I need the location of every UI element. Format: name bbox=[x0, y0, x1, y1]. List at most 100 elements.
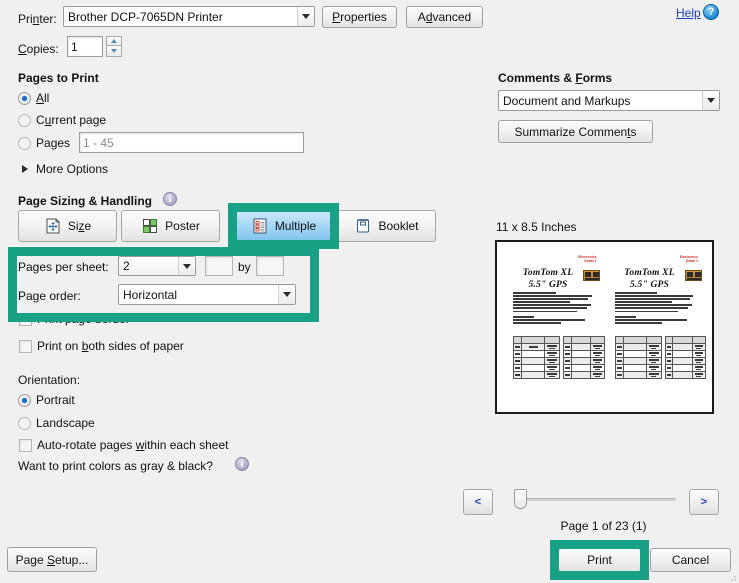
copies-stepper[interactable] bbox=[106, 36, 122, 57]
chevron-down-icon bbox=[283, 292, 291, 297]
page-order-label: Page order: bbox=[18, 289, 81, 303]
pages-to-print-heading: Pages to Print bbox=[18, 71, 99, 85]
comments-forms-heading: Comments & Forms bbox=[498, 71, 612, 85]
page-order-arrow[interactable] bbox=[278, 285, 295, 304]
resize-grip-icon[interactable] bbox=[727, 572, 737, 582]
help-link[interactable]: Help bbox=[676, 6, 701, 20]
print-button[interactable]: Print bbox=[558, 548, 641, 572]
preview-doc-tables bbox=[513, 336, 605, 379]
by-label: by bbox=[238, 260, 251, 274]
copies-stepper-down[interactable] bbox=[106, 46, 122, 57]
preview-doc-page-left: ElectronicsDetail 1 TomTom XL5.5" GPS bbox=[503, 248, 605, 406]
checkbox-print-page-border-label: Print page border bbox=[37, 312, 130, 326]
gray-black-question: Want to print colors as gray & black? bbox=[18, 459, 213, 473]
copies-input[interactable]: 1 bbox=[67, 36, 103, 57]
page-indicator: Page 1 of 23 (1) bbox=[496, 519, 711, 533]
radio-portrait-label: Portrait bbox=[36, 393, 75, 407]
page-sizing-heading: Page Sizing & Handling bbox=[18, 194, 152, 208]
print-dialog: Printer: Brother DCP-7065DN Printer Prop… bbox=[0, 0, 739, 583]
more-options-toggle[interactable]: More Options bbox=[22, 162, 108, 176]
printer-select-arrow[interactable] bbox=[297, 7, 314, 26]
triangle-down-icon bbox=[111, 49, 117, 53]
preview-table-right bbox=[665, 336, 706, 379]
preview-prev-button[interactable]: < bbox=[463, 489, 493, 515]
tab-booklet[interactable]: Booklet bbox=[337, 210, 436, 242]
page-setup-button[interactable]: Page Setup... bbox=[7, 547, 97, 572]
advanced-button-label: Advanced bbox=[418, 10, 471, 24]
tab-size[interactable]: Size bbox=[18, 210, 117, 242]
summarize-comments-button[interactable]: Summarize Comments bbox=[498, 120, 653, 143]
radio-portrait[interactable] bbox=[18, 394, 31, 407]
custom-cols-input[interactable] bbox=[205, 256, 233, 276]
printer-select[interactable]: Brother DCP-7065DN Printer bbox=[63, 6, 315, 27]
tab-multiple-label: Multiple bbox=[275, 219, 316, 233]
cancel-button-label: Cancel bbox=[672, 553, 709, 567]
tab-poster[interactable]: Poster bbox=[121, 210, 220, 242]
info-circle-icon-gray-black[interactable]: i bbox=[235, 457, 249, 471]
cancel-button[interactable]: Cancel bbox=[650, 548, 731, 572]
checkbox-print-both-sides-label: Print on both sides of paper bbox=[37, 339, 184, 353]
pages-per-sheet-arrow[interactable] bbox=[178, 257, 195, 275]
pages-per-sheet-select[interactable]: 2 bbox=[118, 256, 196, 276]
resize-page-icon bbox=[44, 217, 62, 235]
checkbox-auto-rotate-label: Auto-rotate pages within each sheet bbox=[37, 438, 228, 452]
radio-pages-label: Pages bbox=[36, 136, 70, 150]
comments-forms-value: Document and Markups bbox=[503, 94, 702, 108]
preview-next-button[interactable]: > bbox=[689, 489, 719, 515]
pages-range-input[interactable]: 1 - 45 bbox=[79, 132, 304, 153]
radio-all[interactable] bbox=[18, 92, 31, 105]
multiple-pages-icon bbox=[251, 217, 269, 235]
properties-button-label: Properties bbox=[332, 10, 387, 24]
comments-forms-select[interactable]: Document and Markups bbox=[498, 90, 720, 111]
page-setup-label: Page Setup... bbox=[16, 553, 89, 567]
custom-rows-input[interactable] bbox=[256, 256, 284, 276]
more-options-label: More Options bbox=[36, 162, 108, 176]
radio-current-page[interactable] bbox=[18, 114, 31, 127]
preview-size-label: 11 x 8.5 Inches bbox=[496, 220, 577, 234]
checkbox-print-page-border[interactable] bbox=[19, 313, 32, 326]
preview-doc-page-right: ElectronicsDetail 1 TomTom XL5.5" GPS bbox=[605, 248, 707, 406]
booklet-icon bbox=[354, 217, 372, 235]
comments-forms-arrow[interactable] bbox=[702, 91, 719, 110]
properties-button[interactable]: Properties bbox=[322, 6, 397, 28]
chevron-down-icon bbox=[302, 14, 310, 19]
triangle-up-icon bbox=[111, 39, 117, 43]
preview-prev-label: < bbox=[475, 496, 481, 508]
printer-select-value: Brother DCP-7065DN Printer bbox=[68, 10, 297, 24]
summarize-comments-label: Summarize Comments bbox=[514, 125, 636, 139]
copies-stepper-up[interactable] bbox=[106, 36, 122, 46]
product-photo-icon bbox=[685, 270, 702, 281]
preview-table-right bbox=[563, 336, 604, 379]
advanced-button[interactable]: Advanced bbox=[406, 6, 483, 28]
radio-landscape[interactable] bbox=[18, 417, 31, 430]
preview-page-slider-thumb[interactable] bbox=[514, 489, 527, 509]
page-order-select[interactable]: Horizontal bbox=[118, 284, 296, 305]
radio-landscape-label: Landscape bbox=[36, 416, 95, 430]
checkbox-auto-rotate[interactable] bbox=[19, 439, 32, 452]
tab-booklet-label: Booklet bbox=[378, 219, 418, 233]
product-photo-icon bbox=[583, 270, 600, 281]
page-order-value: Horizontal bbox=[123, 288, 278, 302]
preview-table-left bbox=[615, 336, 662, 379]
tab-size-label: Size bbox=[68, 219, 91, 233]
preview-page-slider-track[interactable] bbox=[516, 498, 676, 501]
tab-poster-label: Poster bbox=[165, 219, 200, 233]
preview-next-label: > bbox=[701, 496, 707, 508]
radio-all-label: All bbox=[36, 91, 49, 105]
printer-label: Printer: bbox=[18, 12, 57, 26]
preview-doc-body bbox=[513, 292, 595, 325]
preview-table-left bbox=[513, 336, 560, 379]
checkbox-print-both-sides[interactable] bbox=[19, 340, 32, 353]
preview-doc-tables bbox=[615, 336, 707, 379]
radio-current-page-label: Current page bbox=[36, 113, 106, 127]
help-icon[interactable]: ? bbox=[703, 4, 719, 20]
tab-multiple[interactable]: Multiple bbox=[234, 210, 333, 242]
print-button-label: Print bbox=[587, 553, 612, 567]
orientation-heading: Orientation: bbox=[18, 373, 80, 387]
radio-pages[interactable] bbox=[18, 137, 31, 150]
info-circle-icon[interactable]: i bbox=[163, 192, 177, 206]
print-preview[interactable]: ElectronicsDetail 1 TomTom XL5.5" GPS bbox=[495, 240, 714, 414]
chevron-down-icon bbox=[183, 264, 191, 269]
pages-per-sheet-label: Pages per sheet: bbox=[18, 260, 109, 274]
preview-paper: ElectronicsDetail 1 TomTom XL5.5" GPS bbox=[503, 248, 706, 406]
